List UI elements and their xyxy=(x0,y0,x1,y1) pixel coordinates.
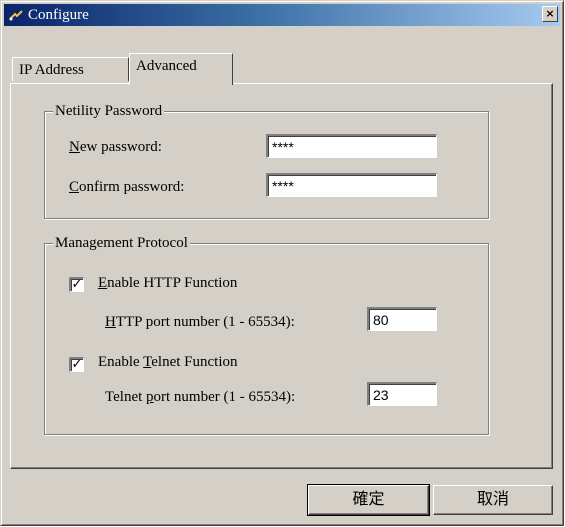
http-port-field[interactable]: 80 xyxy=(367,307,437,331)
app-icon xyxy=(9,10,23,21)
cancel-button[interactable]: 取消 xyxy=(433,485,553,515)
confirm-password-field[interactable]: **** xyxy=(266,173,437,197)
enable-http-label[interactable]: Enable HTTP Function xyxy=(98,274,237,292)
tab-advanced[interactable]: Advanced xyxy=(129,53,233,85)
configure-dialog: Configure × IP Address Advanced Netility… xyxy=(0,0,564,526)
group-title: Netility Password xyxy=(53,102,165,120)
management-protocol-group: Management Protocol xyxy=(44,234,489,435)
netility-password-group: Netility Password xyxy=(44,102,489,219)
tab-ip-address[interactable]: IP Address xyxy=(12,57,129,81)
telnet-port-field[interactable]: 23 xyxy=(367,382,437,406)
ok-button[interactable]: 確定 xyxy=(307,484,430,516)
enable-telnet-checkbox[interactable]: ✓ xyxy=(69,357,84,372)
new-password-label: New password: xyxy=(69,139,162,155)
window-title: Configure xyxy=(28,7,89,23)
telnet-port-label: Telnet port number (1 - 65534): xyxy=(105,389,296,405)
http-port-label: HTTP port number (1 - 65534): xyxy=(105,314,295,330)
enable-telnet-label[interactable]: Enable Telnet Function xyxy=(98,353,238,371)
group-title: Management Protocol xyxy=(53,234,190,252)
close-button[interactable]: × xyxy=(542,6,558,22)
enable-http-checkbox[interactable]: ✓ xyxy=(69,277,84,292)
confirm-password-label: Confirm password: xyxy=(69,179,185,195)
title-bar[interactable]: Configure × xyxy=(4,4,560,26)
new-password-field[interactable]: **** xyxy=(266,134,437,158)
